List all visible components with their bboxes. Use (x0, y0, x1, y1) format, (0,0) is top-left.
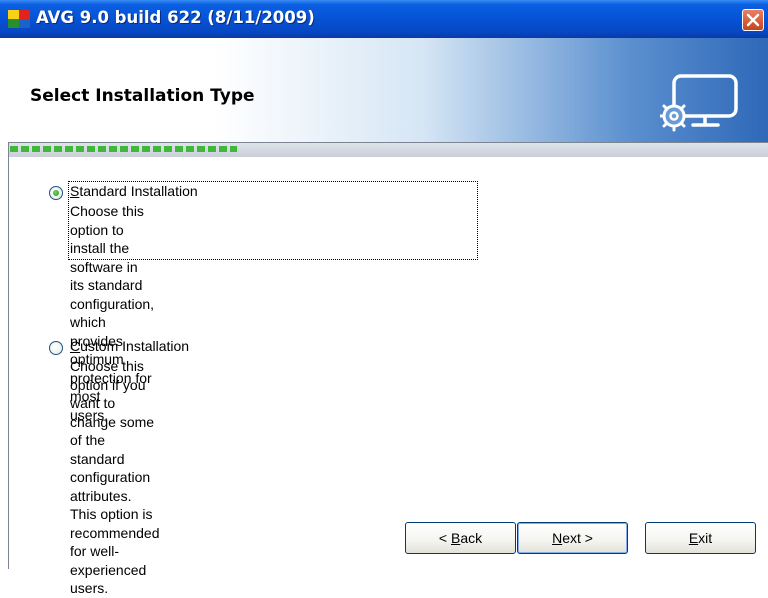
title-bar[interactable]: AVG 9.0 build 622 (8/11/2009) (0, 0, 768, 38)
standard-installation-label[interactable]: Standard Installation (70, 183, 198, 199)
header-banner: Select Installation Type (0, 38, 768, 142)
custom-installation-label[interactable]: Custom Installation (70, 338, 189, 354)
custom-installation-radio[interactable] (49, 341, 63, 355)
installation-progress-bar (8, 142, 768, 158)
progress-fill (10, 146, 237, 152)
monitor-gear-icon (660, 74, 738, 132)
exit-button[interactable]: Exit (645, 522, 756, 554)
back-button[interactable]: < Back (405, 522, 516, 554)
close-button[interactable] (742, 9, 764, 31)
radio-selected-dot (53, 190, 59, 196)
custom-installation-description: Choose this option if you want to change… (70, 358, 160, 596)
page-title: Select Installation Type (30, 86, 255, 106)
next-button[interactable]: Next > (517, 522, 628, 554)
options-panel: Standard Installation Choose this option… (9, 157, 768, 596)
window-title: AVG 9.0 build 622 (8/11/2009) (36, 8, 315, 27)
close-icon (746, 13, 760, 27)
standard-installation-radio[interactable] (49, 186, 63, 200)
avg-logo-icon (8, 10, 30, 28)
